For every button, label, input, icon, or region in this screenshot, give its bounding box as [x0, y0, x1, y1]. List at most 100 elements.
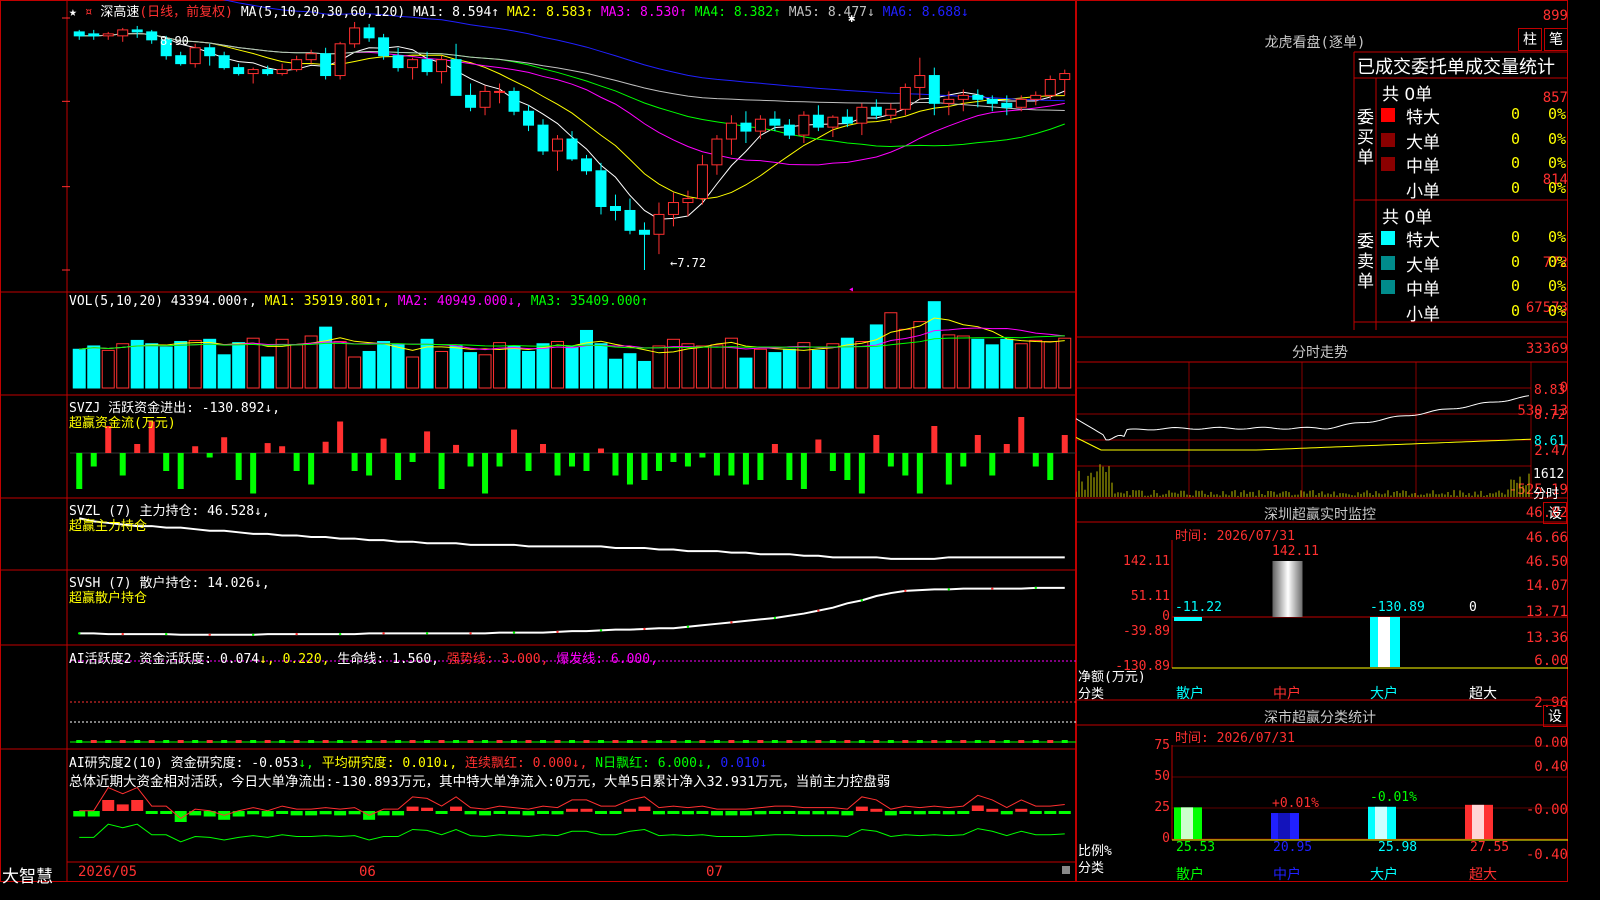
order-pct: 0% — [1526, 179, 1566, 197]
classify-top-label: +0.01% — [1272, 796, 1319, 811]
candle-body — [770, 119, 780, 125]
retail-dot — [165, 633, 167, 635]
ai-research-h5: N日飘红: 6.000↓, — [587, 756, 712, 771]
candle-body — [393, 56, 403, 68]
flow-bar — [163, 453, 169, 471]
research-bar — [638, 807, 650, 811]
active-bar — [888, 740, 894, 743]
volume-bar — [566, 347, 578, 388]
monitor-cat: 超大 — [1469, 683, 1497, 703]
flow-bar — [685, 453, 691, 467]
intraday-vol-unit: 分时 — [1533, 483, 1559, 502]
main-chart-svg[interactable]: ✱◂ — [0, 0, 1077, 882]
ai-research-h1: AI研究度2(10) 资金研究度: -0.053 — [69, 756, 298, 771]
volume-bar — [508, 346, 520, 388]
research-bar — [117, 804, 129, 811]
candle-body — [1031, 95, 1041, 99]
research-bar — [885, 811, 897, 815]
candle-body — [103, 34, 113, 36]
stock-period: (日线，前复权) — [139, 5, 233, 20]
flow-bar — [453, 445, 459, 453]
volume-bar — [465, 353, 477, 388]
active-bar — [873, 740, 879, 743]
retail-dot — [339, 633, 341, 635]
volume-bar — [204, 339, 216, 388]
order-count: 0 — [1480, 105, 1520, 123]
candle-body — [929, 76, 939, 104]
intraday-price-line — [1076, 396, 1529, 440]
retail-dot — [208, 634, 210, 636]
volume-bar — [552, 342, 564, 388]
research-bar — [580, 809, 592, 812]
candle-body — [755, 119, 765, 131]
research-bar — [291, 811, 303, 815]
research-bar — [1059, 811, 1071, 814]
volume-bar — [1059, 338, 1071, 388]
active-bar — [917, 740, 923, 743]
monitor-bar-retail — [1174, 617, 1202, 621]
volume-bar — [580, 330, 592, 388]
candle-body — [190, 48, 200, 64]
ma-line-60 — [79, 33, 1065, 110]
stats-tabs[interactable]: 已成交委托单成交量统计 — [1357, 53, 1555, 79]
classify-title: 深市超赢分类统计 — [1230, 707, 1410, 727]
monitor-settings-button[interactable]: 设 — [1543, 502, 1567, 524]
flow-bar — [728, 453, 734, 476]
classify-bar-hl — [1181, 807, 1193, 839]
ai-active-h2: ↓, 0.220, — [259, 652, 329, 667]
tick-view-button[interactable]: 笔 — [1544, 28, 1568, 51]
active-bar — [163, 740, 169, 743]
star-icon[interactable]: ★ — [69, 5, 77, 20]
volume-bar — [378, 342, 390, 388]
app-logo[interactable]: 大智慧 — [2, 862, 53, 887]
active-bar — [757, 740, 763, 743]
candle-body — [567, 139, 577, 159]
retail-dot — [1035, 587, 1037, 589]
active-bar — [612, 740, 618, 743]
flow-bar — [352, 453, 358, 471]
research-bar — [1030, 811, 1042, 814]
candle-body — [466, 95, 476, 107]
volume-bar — [334, 342, 346, 388]
flow-bar — [801, 453, 807, 489]
volume-bar — [363, 351, 375, 388]
research-bar — [479, 811, 491, 815]
retail-dot — [556, 631, 558, 633]
classify-cat: 散户 — [1176, 864, 1204, 884]
volume-bar — [783, 349, 795, 388]
classify-settings-button[interactable]: 设 — [1543, 705, 1567, 727]
retail-dot — [774, 617, 776, 619]
classify-bar-hl — [1278, 813, 1290, 839]
volume-bar — [102, 350, 114, 388]
ai-research-header: AI研究度2(10) 资金研究度: -0.053↓, 平均研究度: 0.010↓… — [69, 752, 767, 771]
volume-bar — [160, 347, 172, 388]
lock-icon[interactable] — [1062, 866, 1070, 874]
monitor-ylabel: 142.11 — [1108, 554, 1170, 569]
bar-view-button[interactable]: 柱 — [1518, 28, 1542, 51]
classify-value: 27.55 — [1470, 840, 1509, 855]
active-bar — [279, 740, 285, 743]
research-bar — [682, 811, 694, 814]
active-bar — [192, 740, 198, 743]
active-bar — [641, 740, 647, 743]
flag-icon[interactable]: ¤ — [85, 5, 93, 20]
research-bar — [102, 800, 114, 811]
candle-body — [886, 109, 896, 115]
research-bar — [943, 811, 955, 814]
flow-bar — [946, 453, 952, 485]
classify-bar-hl — [1472, 805, 1484, 839]
research-bar — [436, 811, 448, 814]
volume-bar — [291, 345, 303, 388]
monitor-cat: 散户 — [1176, 683, 1204, 703]
active-bar — [931, 740, 937, 743]
flow-bar — [192, 446, 198, 453]
volume-bar — [1044, 342, 1056, 388]
volume-bar — [175, 342, 187, 388]
active-bar — [540, 740, 546, 743]
research-bar — [740, 811, 752, 815]
volume-bar — [247, 338, 259, 388]
flow-bar — [975, 435, 981, 453]
classify-ylabel: 25 — [1108, 800, 1170, 815]
research-bar — [899, 811, 911, 814]
candle-body — [668, 203, 678, 215]
